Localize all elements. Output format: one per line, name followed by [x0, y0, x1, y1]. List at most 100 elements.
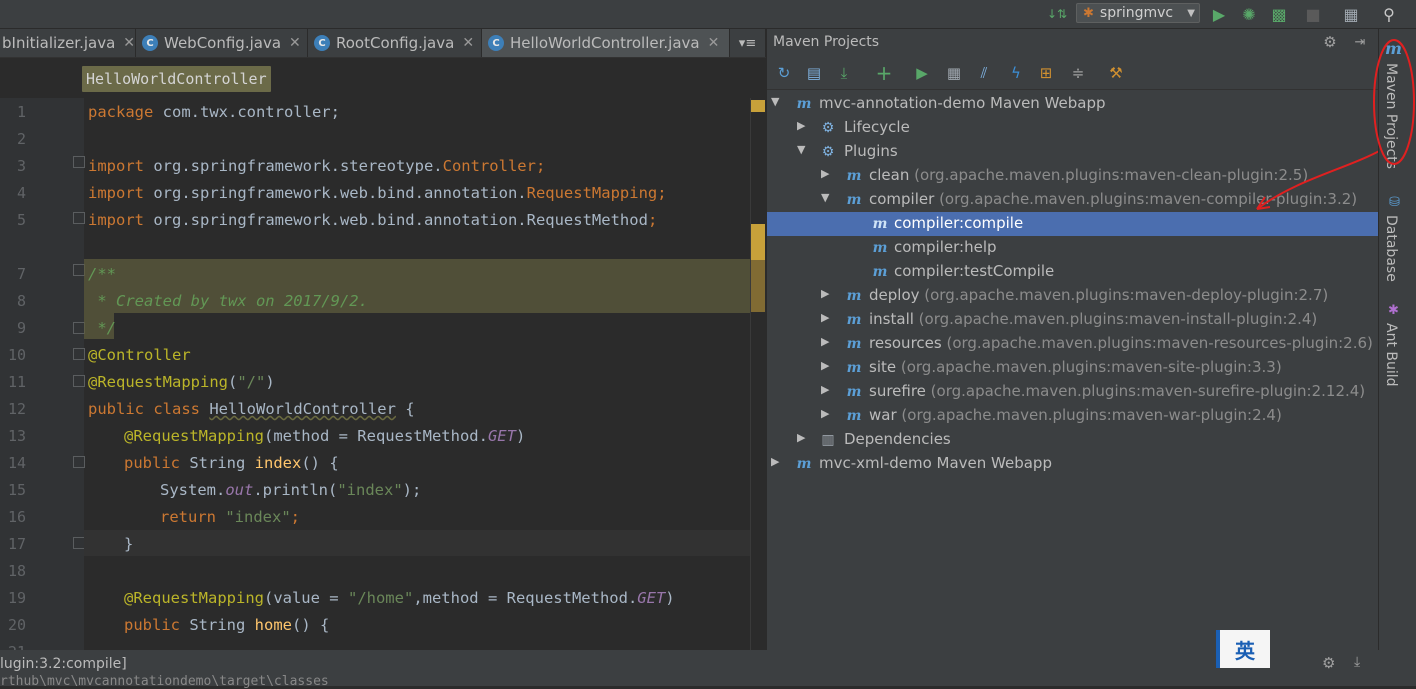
collapsed-arrow-icon[interactable]: ▶: [821, 335, 829, 348]
tab-label: RootConfig.java: [336, 34, 455, 52]
tree-item-plugin-resources[interactable]: ▶ m resources (org.apache.maven.plugins:…: [767, 332, 1379, 356]
toggle-offline-icon[interactable]: ⫽: [973, 62, 995, 84]
line-number: 16: [7, 508, 26, 526]
maven-settings-icon[interactable]: ⚒: [1105, 62, 1127, 84]
tab-overflow-button[interactable]: ▾ ≡: [730, 29, 766, 57]
coverage-icon[interactable]: ▩: [1268, 3, 1290, 25]
tab-webconfig[interactable]: C WebConfig.java ✕: [136, 29, 308, 57]
close-icon[interactable]: ✕: [289, 35, 301, 51]
run-configuration-label: springmvc: [1099, 5, 1174, 21]
diagram-icon[interactable]: ⊞: [1035, 62, 1057, 84]
collapsed-arrow-icon[interactable]: ▶: [821, 383, 829, 396]
tree-item-plugin-site[interactable]: ▶ m site (org.apache.maven.plugins:maven…: [767, 356, 1379, 380]
main-toolbar: ↓⇅ ✱ springmvc ▼ ▶ ✺ ▩ ■ ▦ ⚲: [0, 0, 1416, 29]
collapsed-arrow-icon[interactable]: ▶: [821, 287, 829, 300]
tree-item-project-xml[interactable]: ▶ m mvc-xml-demo Maven Webapp: [767, 452, 1379, 476]
run-maven-icon[interactable]: ▶: [911, 62, 933, 84]
code-line: import org.springframework.web.bind.anno…: [88, 211, 658, 229]
collapsed-arrow-icon[interactable]: ▶: [797, 119, 805, 132]
line-number: 20: [7, 616, 26, 634]
collapsed-arrow-icon[interactable]: ▶: [771, 455, 779, 468]
project-structure-icon[interactable]: ▦: [1340, 3, 1362, 25]
maven-goal-icon: m: [872, 240, 888, 256]
minimize-icon[interactable]: ⤓: [1354, 654, 1360, 670]
code-line: import org.springframework.web.bind.anno…: [88, 184, 667, 202]
tree-item-plugin-install[interactable]: ▶ m install (org.apache.maven.plugins:ma…: [767, 308, 1379, 332]
debug-icon[interactable]: ✺: [1238, 3, 1260, 25]
download-icon[interactable]: ⤓: [833, 62, 855, 84]
tab-helloworldcontroller[interactable]: C HelloWorldController.java ✕: [482, 29, 730, 57]
database-icon: ⛁: [1389, 195, 1400, 210]
line-number: 11: [7, 373, 26, 391]
maven-plugin-icon: m: [846, 288, 862, 304]
add-icon[interactable]: +: [873, 61, 895, 85]
stop-icon[interactable]: ■: [1302, 3, 1324, 25]
run-config-icon[interactable]: ▦: [943, 62, 965, 84]
reimport-icon[interactable]: ↻: [773, 62, 795, 84]
line-number: 21: [0, 643, 26, 650]
tree-item-goal-help[interactable]: m compiler:help: [767, 236, 1379, 260]
collapse-all-icon[interactable]: ≑: [1067, 62, 1089, 84]
code-line: return "index";: [160, 508, 300, 526]
collapsed-arrow-icon[interactable]: ▶: [821, 359, 829, 372]
tab-rootconfig[interactable]: C RootConfig.java ✕: [308, 29, 482, 57]
gear-icon[interactable]: ⚙: [1322, 654, 1335, 672]
generate-sources-icon[interactable]: ▤: [803, 62, 825, 84]
status-bar: lugin:3.2:compile] rthub\mvc\mvcannotati…: [0, 650, 1416, 689]
close-icon[interactable]: ✕: [123, 35, 135, 51]
ime-indicator[interactable]: 英: [1216, 630, 1270, 668]
code-line: @RequestMapping("/"): [88, 373, 275, 391]
line-number: 14: [7, 454, 26, 472]
code-line: @RequestMapping(value = "/home",method =…: [124, 589, 675, 607]
warning-marker[interactable]: [751, 100, 765, 112]
maven-project-icon: m: [796, 96, 812, 112]
chevron-down-icon: ▼: [1187, 7, 1195, 19]
status-text: lugin:3.2:compile]: [0, 656, 127, 672]
editor-error-stripe[interactable]: [750, 98, 767, 650]
maven-projects-panel: Maven Projects ⚙ ⇥ ↻ ▤ ⤓ + ▶ ▦ ⫽ ϟ ⊞ ≑ ⚒…: [766, 29, 1384, 650]
run-configuration-select[interactable]: ✱ springmvc ▼: [1076, 3, 1200, 23]
tree-item-plugin-war[interactable]: ▶ m war (org.apache.maven.plugins:maven-…: [767, 404, 1379, 428]
line-number: 18: [7, 562, 26, 580]
panel-title: Maven Projects: [773, 34, 880, 50]
code-line: @Controller: [88, 346, 191, 364]
tree-item-plugin-surefire[interactable]: ▶ m surefire (org.apache.maven.plugins:m…: [767, 380, 1379, 404]
tree-item-goal-testcompile[interactable]: m compiler:testCompile: [767, 260, 1379, 284]
collapsed-arrow-icon[interactable]: ▶: [797, 431, 805, 444]
code-line: */: [88, 319, 116, 337]
code-line: System.out.println("index");: [160, 481, 422, 499]
code-editor[interactable]: package com.twx.controller; import org.s…: [84, 98, 750, 650]
run-icon[interactable]: ▶: [1208, 3, 1230, 25]
close-icon[interactable]: ✕: [708, 35, 720, 51]
line-number: 9: [16, 319, 26, 337]
expanded-arrow-icon[interactable]: ▼: [797, 143, 805, 156]
maven-project-icon: m: [796, 456, 812, 472]
status-path: rthub\mvc\mvcannotationdemo\target\class…: [0, 674, 329, 689]
expanded-arrow-icon[interactable]: ▼: [771, 95, 779, 108]
highlight-marker[interactable]: [751, 224, 765, 260]
maven-plugin-icon: m: [846, 312, 862, 328]
expanded-arrow-icon[interactable]: ▼: [821, 191, 829, 204]
search-icon[interactable]: ⚲: [1378, 3, 1400, 25]
line-number: 13: [7, 427, 26, 445]
gear-icon[interactable]: ⚙: [1319, 31, 1341, 53]
tree-item-plugin-deploy[interactable]: ▶ m deploy (org.apache.maven.plugins:mav…: [767, 284, 1379, 308]
highlight-marker[interactable]: [751, 260, 765, 312]
line-number: 2: [16, 130, 26, 148]
skip-tests-icon[interactable]: ϟ: [1005, 62, 1027, 84]
vcs-update-icon[interactable]: ↓⇅: [1046, 3, 1068, 25]
line-number: 17: [7, 535, 26, 553]
tree-item-dependencies[interactable]: ▶ ▥ Dependencies: [767, 428, 1379, 452]
close-icon[interactable]: ✕: [462, 35, 474, 51]
tab-initializer[interactable]: bInitializer.java ✕: [0, 29, 136, 57]
breadcrumb[interactable]: HelloWorldController: [82, 66, 271, 92]
lifecycle-folder-icon: ⚙: [821, 120, 835, 136]
line-number: 4: [16, 184, 26, 202]
collapsed-arrow-icon[interactable]: ▶: [821, 407, 829, 420]
hide-panel-icon[interactable]: ⇥: [1349, 31, 1371, 53]
tab-ant-build[interactable]: Ant Build: [1383, 323, 1399, 387]
tab-database[interactable]: Database: [1383, 215, 1399, 282]
collapsed-arrow-icon[interactable]: ▶: [821, 167, 829, 180]
collapsed-arrow-icon[interactable]: ▶: [821, 311, 829, 324]
line-number: 8: [16, 292, 26, 310]
